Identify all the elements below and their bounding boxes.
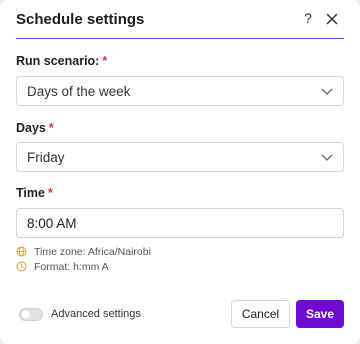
save-button[interactable]: Save: [296, 300, 344, 328]
help-icon[interactable]: ?: [300, 10, 316, 28]
chevron-down-icon: [321, 154, 333, 161]
time-value: 8:00 AM: [27, 216, 77, 231]
dialog-title: Schedule settings: [16, 11, 145, 28]
chevron-down-icon: [321, 88, 333, 95]
time-label-text: Time: [16, 186, 45, 200]
advanced-settings-label: Advanced settings: [51, 308, 141, 320]
run-scenario-select[interactable]: Days of the week: [16, 76, 344, 106]
required-mark: *: [48, 121, 54, 135]
days-select[interactable]: Friday: [16, 142, 344, 172]
run-scenario-value: Days of the week: [27, 84, 131, 99]
days-label: Days *: [16, 121, 54, 135]
run-scenario-label-text: Run scenario:: [16, 54, 100, 68]
globe-icon: [16, 246, 27, 257]
required-mark: *: [102, 54, 108, 68]
dialog-header: Schedule settings ?: [16, 0, 344, 39]
close-icon[interactable]: [324, 10, 340, 28]
toggle-knob: [21, 310, 30, 319]
advanced-settings-toggle[interactable]: [19, 308, 43, 321]
timezone-hint-text: Time zone: Africa/Nairobi: [34, 246, 151, 258]
cancel-button[interactable]: Cancel: [231, 300, 290, 328]
schedule-settings-dialog: Schedule settings ? Run scenario: * Days …: [0, 0, 360, 344]
run-scenario-label: Run scenario: *: [16, 54, 107, 68]
days-value: Friday: [27, 150, 65, 165]
required-mark: *: [47, 186, 53, 200]
days-label-text: Days: [16, 121, 46, 135]
time-input[interactable]: 8:00 AM: [16, 208, 344, 238]
time-label: Time *: [16, 186, 53, 200]
format-hint-text: Format: h:mm A: [34, 261, 109, 273]
clock-icon: [16, 261, 27, 272]
